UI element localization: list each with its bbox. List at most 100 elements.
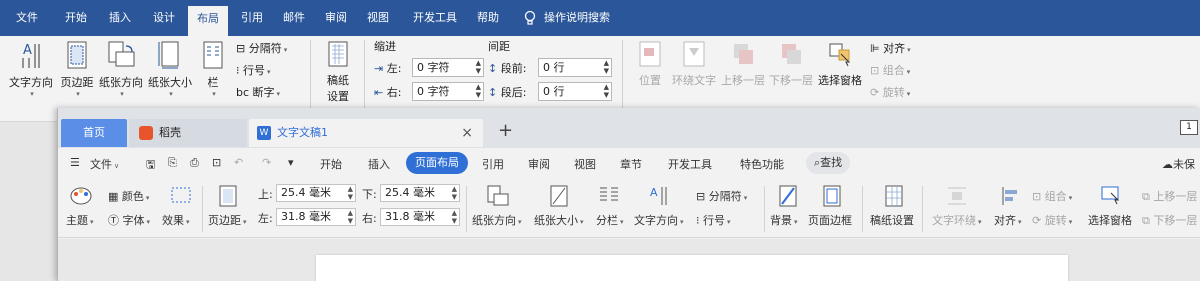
theme-button[interactable]: 主题 ▾ bbox=[66, 212, 94, 228]
spin-arrows-icon[interactable]: ▲ ▼ bbox=[604, 83, 609, 99]
spin-arrows-icon[interactable]: ▲ ▼ bbox=[348, 185, 353, 201]
search-button[interactable]: ⌕查找 bbox=[806, 152, 851, 174]
word-selection-pane-button[interactable]: 选择窗格 bbox=[816, 40, 864, 88]
word-hyphenation-button[interactable]: bc 断字 ▾ bbox=[236, 84, 280, 100]
word-send-backward-button[interactable]: 下移一层 bbox=[768, 40, 814, 88]
group-button[interactable]: ⊡ 组合 ▾ bbox=[1032, 188, 1072, 204]
indent-left-field[interactable]: 0 字符 ▲ ▼ bbox=[412, 58, 484, 77]
document-page[interactable] bbox=[316, 255, 1068, 281]
menu-page-layout[interactable]: 页面布局 bbox=[406, 152, 468, 174]
text-direction-button[interactable]: 文字方向 ▾ bbox=[634, 212, 684, 228]
hamburger-menu-icon[interactable]: ☰ bbox=[70, 156, 80, 169]
columns-button[interactable]: 分栏 ▾ bbox=[596, 212, 624, 228]
word-columns-button[interactable]: 栏 ▾ bbox=[198, 40, 228, 98]
page-border-button[interactable]: 页面边框 bbox=[808, 212, 852, 228]
background-button[interactable]: 背景 ▾ bbox=[770, 212, 798, 228]
spin-arrows-icon[interactable]: ▲ ▼ bbox=[452, 209, 457, 225]
menu-review[interactable]: 审阅 bbox=[528, 156, 550, 172]
export-pdf-icon[interactable]: ⎘ bbox=[168, 156, 177, 170]
wrap-text-button[interactable]: 文字环绕 ▾ bbox=[932, 212, 982, 228]
tab-home[interactable]: 首页 bbox=[61, 119, 127, 147]
manuscript-button[interactable]: 稿纸设置 bbox=[870, 212, 914, 228]
menu-chapter[interactable]: 章节 bbox=[620, 156, 642, 172]
spin-arrows-icon[interactable]: ▲ ▼ bbox=[604, 59, 609, 75]
size-button[interactable]: 纸张大小 ▾ bbox=[534, 212, 584, 228]
bring-forward-button[interactable]: ⧉ 上移一层 bbox=[1142, 188, 1197, 204]
word-size-button[interactable]: 纸张大小 ▾ bbox=[146, 40, 194, 98]
menu-home[interactable]: 开始 bbox=[320, 156, 342, 172]
menu-special[interactable]: 特色功能 bbox=[740, 156, 784, 172]
word-breaks-button[interactable]: ⊟ 分隔符 ▾ bbox=[236, 40, 287, 56]
word-margins-button[interactable]: 页边距 ▾ bbox=[58, 40, 96, 98]
word-text-direction-button[interactable]: A 文字方向 ▾ bbox=[6, 40, 56, 98]
menu-developer[interactable]: 开发工具 bbox=[668, 156, 712, 172]
manuscript-icon bbox=[328, 41, 348, 67]
word-tab-mailings[interactable]: 邮件 bbox=[276, 0, 312, 36]
margins-button[interactable]: 页边距 ▾ bbox=[208, 212, 247, 228]
word-tab-view[interactable]: 视图 bbox=[360, 0, 396, 36]
breaks-button[interactable]: ⊟ 分隔符 ▾ bbox=[696, 188, 747, 204]
file-menu[interactable]: 文件 ∨ bbox=[90, 156, 119, 172]
spin-arrows-icon[interactable]: ▲ ▼ bbox=[476, 83, 481, 99]
word-tab-review[interactable]: 审阅 bbox=[318, 0, 354, 36]
menu-view[interactable]: 视图 bbox=[574, 156, 596, 172]
new-tab-button[interactable]: + bbox=[498, 120, 513, 141]
margin-right-field[interactable]: 31.8 毫米 ▲ ▼ bbox=[380, 208, 460, 226]
word-tab-layout[interactable]: 布局 bbox=[188, 6, 228, 36]
spin-arrows-icon[interactable]: ▲ ▼ bbox=[452, 185, 457, 201]
word-position-button[interactable]: 位置 bbox=[632, 40, 668, 88]
print-preview-icon[interactable]: ⊡ bbox=[212, 156, 221, 169]
margin-left-field[interactable]: 31.8 毫米 ▲ ▼ bbox=[276, 208, 356, 226]
background-icon bbox=[778, 184, 798, 211]
word-group-button[interactable]: ⊡ 组合 ▾ bbox=[870, 62, 910, 78]
word-orientation-button[interactable]: 纸张方向 ▾ bbox=[98, 40, 144, 98]
margin-top-field[interactable]: 25.4 毫米 ▲ ▼ bbox=[276, 184, 356, 202]
indent-right-field[interactable]: 0 字符 ▲ ▼ bbox=[412, 82, 484, 101]
save-icon[interactable]: 🖫 bbox=[146, 156, 155, 175]
quick-access-dropdown-icon[interactable]: ▾ bbox=[288, 156, 294, 169]
margin-bottom-field[interactable]: 25.4 毫米 ▲ ▼ bbox=[380, 184, 460, 202]
word-tab-insert[interactable]: 插入 bbox=[102, 0, 138, 36]
word-tab-help[interactable]: 帮助 bbox=[470, 0, 506, 36]
word-bring-forward-button[interactable]: 上移一层 bbox=[720, 40, 766, 88]
undo-icon[interactable]: ↶ bbox=[234, 156, 243, 169]
fonts-button[interactable]: Ⓣ 字体 ▾ bbox=[108, 212, 150, 228]
bring-forward-icon: ⧉ bbox=[1142, 190, 1150, 203]
send-backward-button[interactable]: ⧉ 下移一层 bbox=[1142, 212, 1197, 228]
colors-button[interactable]: ▦ 颜色 ▾ bbox=[108, 188, 149, 204]
send-backward-icon: ⧉ bbox=[1142, 214, 1150, 227]
word-rotate-button[interactable]: ⟳ 旋转 ▾ bbox=[870, 84, 910, 100]
word-wrap-text-button[interactable]: 环绕文字 bbox=[670, 40, 718, 88]
window-count-badge[interactable]: 1 bbox=[1180, 120, 1198, 135]
spin-arrows-icon[interactable]: ▲ ▼ bbox=[348, 209, 353, 225]
redo-icon[interactable]: ↷ bbox=[262, 156, 271, 169]
rotate-button[interactable]: ⟳ 旋转 ▾ bbox=[1032, 212, 1072, 228]
word-tab-file[interactable]: 文件 bbox=[8, 0, 46, 36]
spin-arrows-icon[interactable]: ▲ ▼ bbox=[476, 59, 481, 75]
tab-daoke[interactable]: 稻壳 bbox=[129, 119, 247, 147]
effects-button[interactable]: 效果 ▾ bbox=[162, 212, 190, 228]
selection-pane-button[interactable]: 选择窗格 bbox=[1088, 212, 1132, 228]
spacing-after-field[interactable]: 0 行 ▲ ▼ bbox=[538, 82, 612, 101]
word-align-button[interactable]: ⊫ 对齐 ▾ bbox=[870, 40, 911, 56]
spacing-before-field[interactable]: 0 行 ▲ ▼ bbox=[538, 58, 612, 77]
align-button[interactable]: 对齐 ▾ bbox=[994, 212, 1022, 228]
tell-me-search[interactable]: 操作说明搜索 bbox=[544, 0, 624, 36]
spacing-title: 间距 bbox=[488, 40, 510, 53]
separator bbox=[364, 40, 365, 114]
unsaved-status[interactable]: ☁未保 bbox=[1162, 156, 1195, 172]
word-manuscript-button[interactable]: 稿纸 设置 bbox=[318, 40, 358, 104]
word-line-numbers-button[interactable]: ⁝ 行号 ▾ bbox=[236, 62, 271, 78]
margin-right-label: 右: bbox=[362, 212, 377, 225]
orientation-button[interactable]: 纸张方向 ▾ bbox=[472, 212, 522, 228]
menu-insert[interactable]: 插入 bbox=[368, 156, 390, 172]
line-numbers-button[interactable]: ⁝ 行号 ▾ bbox=[696, 212, 731, 228]
word-tab-design[interactable]: 设计 bbox=[146, 0, 182, 36]
menu-references[interactable]: 引用 bbox=[482, 156, 504, 172]
close-tab-icon[interactable]: × bbox=[461, 119, 473, 147]
word-tab-references[interactable]: 引用 bbox=[234, 0, 270, 36]
word-tab-developer[interactable]: 开发工具 bbox=[404, 0, 466, 36]
print-icon[interactable]: ⎙ bbox=[190, 156, 199, 170]
word-tab-home[interactable]: 开始 bbox=[58, 0, 94, 36]
tab-document[interactable]: W 文字文稿1 × bbox=[249, 119, 483, 147]
